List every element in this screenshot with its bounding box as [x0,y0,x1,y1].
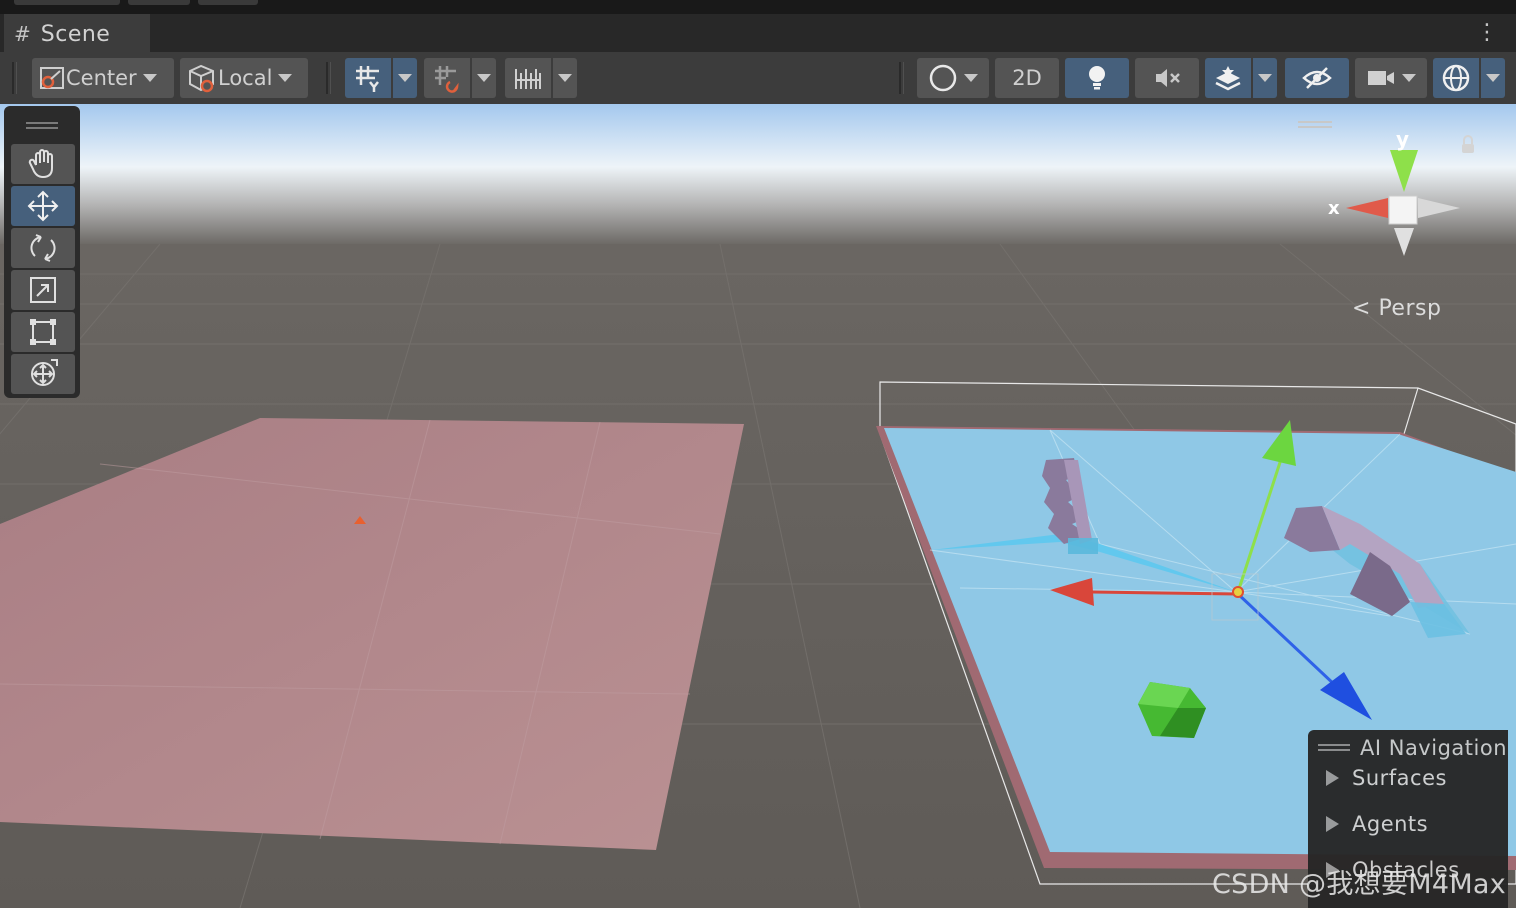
panel-grip[interactable] [1318,744,1350,746]
toggle-2d-button[interactable]: 2D [995,58,1059,98]
gizmos-toggle-button[interactable] [1433,58,1479,98]
scene-viewport[interactable]: y x [0,104,1516,908]
local-cube-icon [189,64,214,93]
gizmo-y-label: y [1396,127,1409,151]
tab-bar: # Scene ⋮ [0,14,1516,52]
more-options-icon[interactable]: ⋮ [1476,20,1498,46]
projection-label: Persp [1378,296,1442,321]
pivot-rotation-dropdown[interactable]: Local [180,58,308,98]
panel-grip[interactable] [1318,749,1350,751]
grid-snap-icon [435,66,459,93]
tools-overlay [4,106,80,398]
effects-toggle-button[interactable] [1205,58,1251,98]
ai-nav-item-agents[interactable]: Agents [1326,812,1428,836]
chevron-down-icon [278,74,293,82]
grid-visibility-button[interactable] [345,58,391,98]
gizmo-x-label: x [1328,198,1340,219]
hand-icon [28,149,53,179]
toolbar-separator [326,62,331,94]
window-tab-stub[interactable] [198,0,258,5]
chevron-down-icon [1258,74,1272,82]
window-tab-stub[interactable] [128,0,190,5]
toolbar-grip[interactable] [12,62,17,94]
chevron-down-icon [142,74,157,82]
light-bulb-icon [1089,66,1105,90]
chevron-down-icon [964,74,978,82]
ruler-snap-icon [515,69,541,89]
grid-snap-options-dropdown[interactable] [472,58,496,98]
skybox [0,104,1516,244]
toolbar-separator [899,62,904,94]
hand-tool-button[interactable] [11,144,75,184]
pink-plane[interactable] [0,418,744,850]
ai-nav-item-label: Agents [1352,812,1429,836]
rect-tool-button[interactable] [11,312,75,352]
watermark: CSDN @我想要M4Max [1212,869,1507,900]
chevron-down-icon [398,74,412,82]
panel-grip[interactable] [26,122,58,124]
lock-icon[interactable] [1462,144,1474,153]
perspective-chevron-icon: < [1352,296,1371,321]
pivot-center-icon [40,67,64,89]
scene-visibility-button[interactable] [1285,58,1349,98]
window-tab-stub[interactable] [14,0,120,5]
eye-hidden-icon [1302,67,1332,89]
move-arrows-icon [27,190,59,222]
projection-toggle[interactable]: < Persp [1352,296,1441,321]
move-tool-button[interactable] [11,186,75,226]
scene-canvas[interactable]: y x [0,104,1516,908]
ai-navigation-title: AI Navigation [1360,736,1507,760]
ai-nav-item-surfaces[interactable]: Surfaces [1326,766,1447,790]
increment-snap-options-dropdown[interactable] [553,58,577,98]
window-top-strip [0,0,1516,14]
ai-nav-item-label: Surfaces [1352,766,1447,790]
pivot-mode-dropdown[interactable]: Center [32,58,174,98]
effects-options-dropdown[interactable] [1253,58,1277,98]
scale-icon [30,277,56,303]
rect-transform-icon [30,319,56,345]
tab-scene[interactable]: # Scene [4,14,150,52]
tab-scene-label: Scene [40,21,111,47]
draw-mode-dropdown[interactable] [917,58,989,98]
increment-snapping-button[interactable] [505,58,551,98]
chevron-down-icon [1486,74,1500,82]
expand-arrow-icon [1326,770,1339,786]
effects-layers-icon [1215,66,1241,91]
grid-hash-icon: # [14,22,31,46]
grid-y-icon [356,66,379,92]
rotate-icon [30,234,56,262]
camera-icon [1368,71,1394,85]
toggle-lighting-button[interactable] [1065,58,1129,98]
audio-muted-icon [1156,69,1180,87]
pivot-mode-label: Center [66,66,137,90]
toggle-audio-button[interactable] [1135,58,1199,98]
rotate-tool-button[interactable] [11,228,75,268]
scale-tool-button[interactable] [11,270,75,310]
gizmo-globe-icon [1442,64,1470,92]
panel-grip[interactable] [26,127,58,129]
transform-icon [31,359,58,386]
chevron-down-icon [1402,74,1416,82]
expand-arrow-icon [1326,816,1339,832]
gizmos-options-dropdown[interactable] [1481,58,1505,98]
chevron-down-icon [477,74,491,82]
chevron-down-icon [558,74,572,82]
grid-snapping-button[interactable] [424,58,470,98]
grid-options-dropdown[interactable] [393,58,417,98]
transform-tool-button[interactable] [11,354,75,394]
shaded-sphere-icon [929,64,957,92]
toggle-2d-label: 2D [1012,66,1042,90]
pivot-rotation-label: Local [218,66,273,90]
scene-camera-dropdown[interactable] [1355,58,1427,98]
scene-toolbar: Center Local 2D [0,52,1516,104]
